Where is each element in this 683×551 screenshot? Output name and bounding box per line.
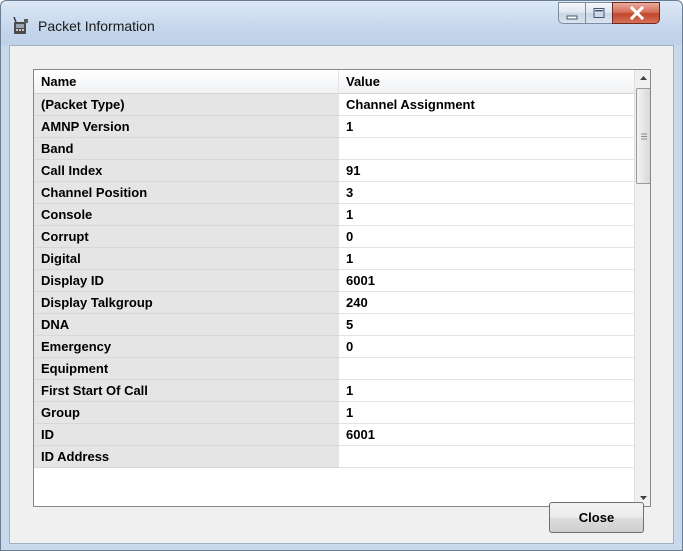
grid-row[interactable]: Display ID 6001 bbox=[34, 270, 634, 292]
property-name-cell: Display ID bbox=[34, 270, 339, 292]
scroll-thumb[interactable] bbox=[636, 88, 650, 184]
window-title: Packet Information bbox=[38, 18, 155, 34]
property-value-cell[interactable]: 1 bbox=[339, 116, 634, 138]
property-name-cell: (Packet Type) bbox=[34, 94, 339, 116]
scroll-up-button[interactable] bbox=[635, 70, 650, 87]
property-value-cell[interactable]: 240 bbox=[339, 292, 634, 314]
property-value-cell[interactable] bbox=[339, 446, 634, 468]
grid-row[interactable]: Digital 1 bbox=[34, 248, 634, 270]
property-name-cell: Emergency bbox=[34, 336, 339, 358]
property-value-cell[interactable]: 0 bbox=[339, 226, 634, 248]
close-button[interactable]: Close bbox=[549, 502, 644, 533]
radio-icon bbox=[13, 17, 28, 34]
scroll-up-arrow-icon bbox=[640, 76, 647, 80]
property-value-cell[interactable]: 1 bbox=[339, 402, 634, 424]
property-name-cell: Group bbox=[34, 402, 339, 424]
property-name-cell: Digital bbox=[34, 248, 339, 270]
grid-row[interactable]: AMNP Version 1 bbox=[34, 116, 634, 138]
property-name-cell: Console bbox=[34, 204, 339, 226]
minimize-icon bbox=[566, 15, 578, 20]
grid-row[interactable]: ID Address bbox=[34, 446, 634, 468]
property-name-cell: Corrupt bbox=[34, 226, 339, 248]
property-value-cell[interactable]: 6001 bbox=[339, 424, 634, 446]
property-value-cell[interactable]: 1 bbox=[339, 204, 634, 226]
property-name-cell: Band bbox=[34, 138, 339, 160]
grid-row[interactable]: Emergency 0 bbox=[34, 336, 634, 358]
property-name-cell: ID Address bbox=[34, 446, 339, 468]
grid-header: Name Value bbox=[34, 70, 634, 94]
grid-row[interactable]: Channel Position 3 bbox=[34, 182, 634, 204]
property-value-cell[interactable]: 1 bbox=[339, 248, 634, 270]
grid-row[interactable]: Band bbox=[34, 138, 634, 160]
close-x-icon bbox=[629, 5, 645, 21]
property-name-cell: Display Talkgroup bbox=[34, 292, 339, 314]
grid-row[interactable]: (Packet Type) Channel Assignment bbox=[34, 94, 634, 116]
property-value-cell[interactable]: 3 bbox=[339, 182, 634, 204]
property-value-cell[interactable]: 0 bbox=[339, 336, 634, 358]
dialog-body: Name Value (Packet Type) Channel Assignme… bbox=[9, 45, 674, 544]
column-header-name[interactable]: Name bbox=[34, 70, 339, 94]
property-name-cell: AMNP Version bbox=[34, 116, 339, 138]
minimize-button[interactable] bbox=[558, 2, 585, 24]
property-value-cell[interactable] bbox=[339, 138, 634, 160]
packet-information-window: Packet Information Name Value (Packet Ty… bbox=[0, 0, 683, 551]
grid-row[interactable]: DNA 5 bbox=[34, 314, 634, 336]
grip-icon bbox=[641, 133, 647, 140]
grid-row[interactable]: ID 6001 bbox=[34, 424, 634, 446]
property-value-cell[interactable] bbox=[339, 358, 634, 380]
property-name-cell: Call Index bbox=[34, 160, 339, 182]
property-value-cell[interactable]: 1 bbox=[339, 380, 634, 402]
property-name-cell: Channel Position bbox=[34, 182, 339, 204]
vertical-scrollbar[interactable] bbox=[634, 70, 650, 506]
title-bar[interactable]: Packet Information bbox=[1, 1, 682, 45]
grid-row[interactable]: Console 1 bbox=[34, 204, 634, 226]
packet-property-grid[interactable]: Name Value (Packet Type) Channel Assignme… bbox=[33, 69, 651, 507]
grid-row[interactable]: Call Index 91 bbox=[34, 160, 634, 182]
grid-row[interactable]: Equipment bbox=[34, 358, 634, 380]
grid-row[interactable]: Corrupt 0 bbox=[34, 226, 634, 248]
property-value-cell[interactable]: Channel Assignment bbox=[339, 94, 634, 116]
maximize-button[interactable] bbox=[585, 2, 612, 24]
grid-row[interactable]: Group 1 bbox=[34, 402, 634, 424]
property-name-cell: DNA bbox=[34, 314, 339, 336]
property-name-cell: Equipment bbox=[34, 358, 339, 380]
property-value-cell[interactable]: 91 bbox=[339, 160, 634, 182]
window-close-button[interactable] bbox=[612, 2, 660, 24]
grid-rows: (Packet Type) Channel Assignment AMNP Vers… bbox=[34, 94, 634, 468]
property-value-cell[interactable]: 5 bbox=[339, 314, 634, 336]
property-value-cell[interactable]: 6001 bbox=[339, 270, 634, 292]
maximize-icon bbox=[593, 8, 605, 18]
property-name-cell: First Start Of Call bbox=[34, 380, 339, 402]
property-name-cell: ID bbox=[34, 424, 339, 446]
grid-row[interactable]: Display Talkgroup 240 bbox=[34, 292, 634, 314]
grid-row[interactable]: First Start Of Call 1 bbox=[34, 380, 634, 402]
column-header-value[interactable]: Value bbox=[339, 70, 634, 94]
